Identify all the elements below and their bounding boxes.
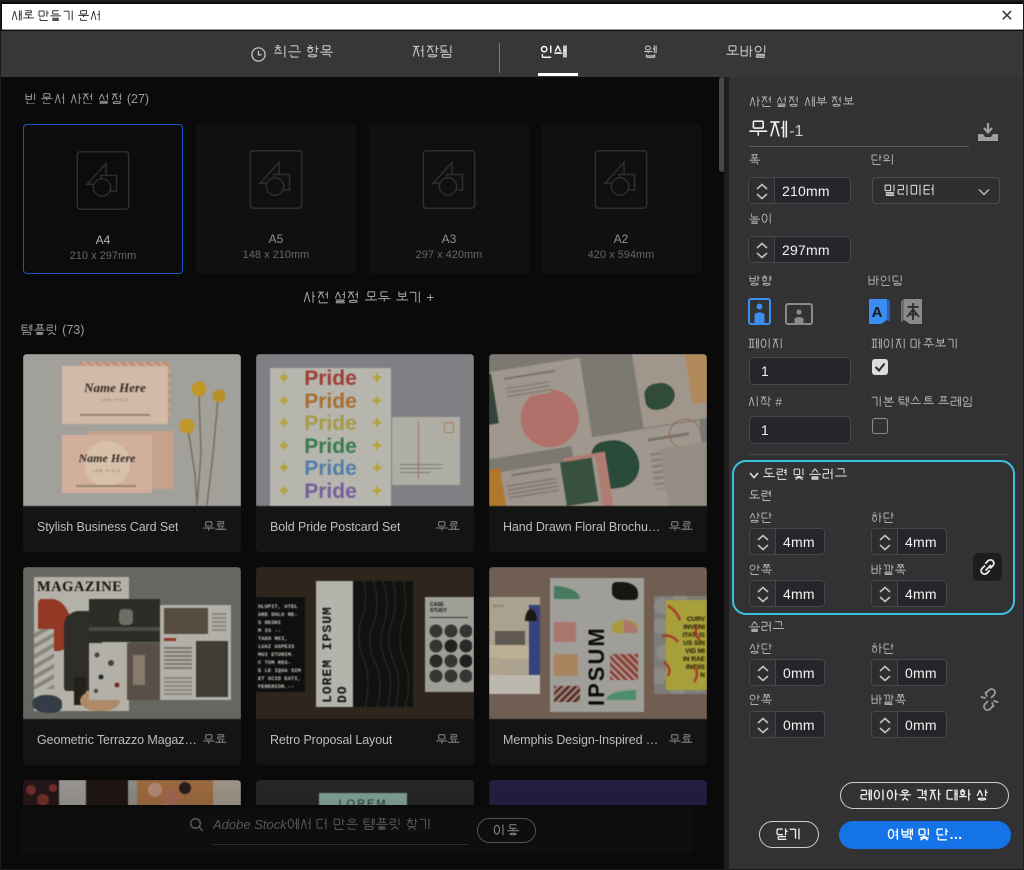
svg-text:A: A bbox=[872, 304, 883, 321]
